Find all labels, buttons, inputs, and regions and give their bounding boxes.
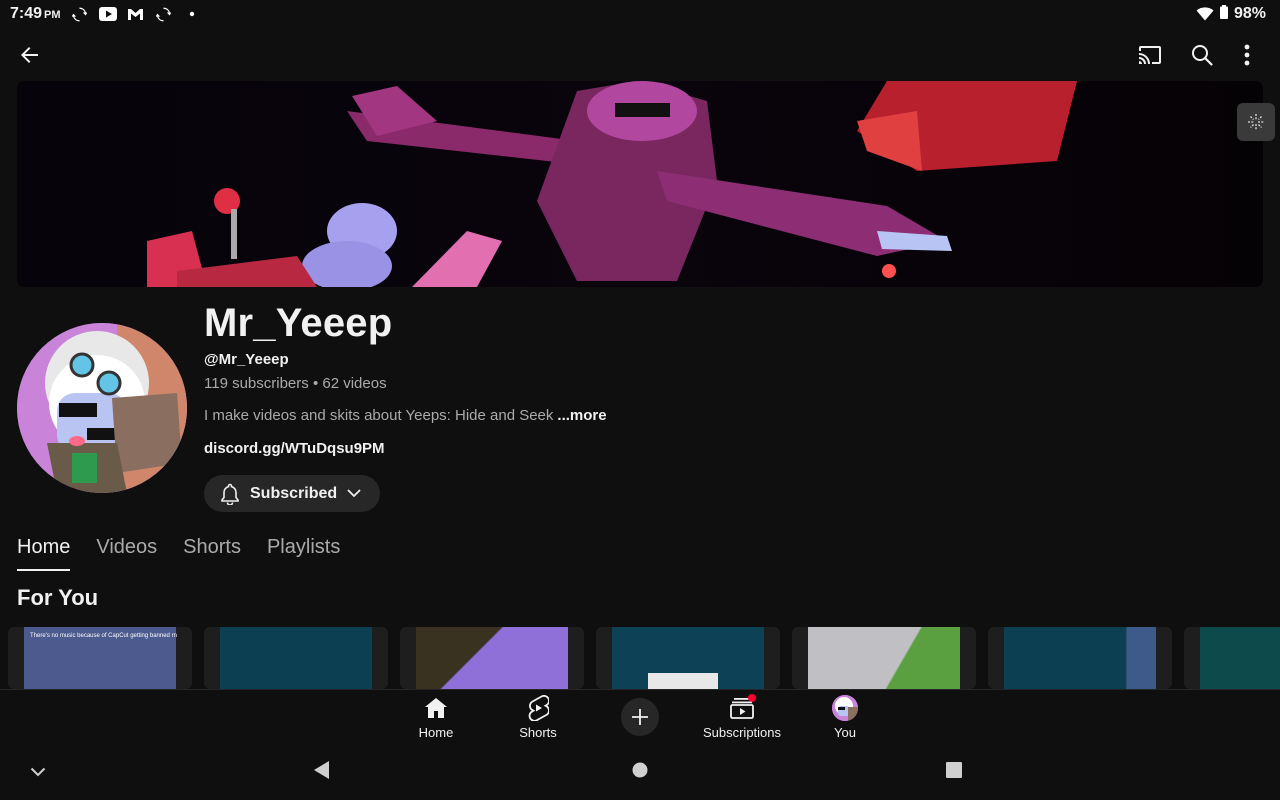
subscribed-button[interactable]: Subscribed [204,475,380,512]
back-arrow-icon [21,47,38,63]
cast-icon [1139,46,1161,64]
video-thumbnail[interactable] [400,627,584,689]
thumbnail-caption: There's no music because of CapCut getti… [30,633,177,639]
search-button[interactable] [1182,35,1222,75]
wifi-icon [1196,5,1214,23]
bottom-navigation: Home Shorts Subscriptions You [0,689,1280,744]
plus-icon [632,709,648,725]
battery-icon [1219,4,1228,24]
video-shelf: There's no music because of CapCut getti… [8,627,1280,689]
sync-icon [71,5,89,23]
nav-home-label: Home [418,725,454,740]
search-icon [1192,45,1213,66]
home-icon [425,698,447,718]
banner-effects-button[interactable] [1237,103,1275,141]
triangle-back-icon [314,761,329,779]
status-time: 7:49 PM [10,5,61,22]
channel-tabs: Home Videos Shorts Playlists [17,531,340,573]
channel-link[interactable]: discord.gg/WTuDqsu9PM [204,440,385,457]
nav-shorts-label: Shorts [519,725,557,740]
video-thumbnail[interactable] [596,627,780,689]
video-thumbnail[interactable] [792,627,976,689]
nav-you-label: You [834,725,856,740]
you-avatar [832,695,858,721]
tab-playlists[interactable]: Playlists [267,531,340,571]
system-navigation [0,744,1280,800]
more-options-button[interactable] [1227,35,1267,75]
chevron-down-icon [30,767,46,777]
youtube-icon [98,5,117,23]
nav-home[interactable]: Home [391,694,481,740]
square-recents-icon [946,762,962,778]
tab-home[interactable]: Home [17,531,71,571]
more-vert-icon [1244,44,1250,66]
channel-handle: @Mr_Yeeep [204,351,289,368]
notification-dot [748,694,756,702]
channel-avatar[interactable] [17,323,187,493]
tab-videos[interactable]: Videos [96,531,157,571]
system-back-button[interactable] [302,750,342,790]
tab-shorts[interactable]: Shorts [183,531,241,571]
sparkle-icon [1248,114,1264,130]
channel-banner [17,81,1263,287]
top-bar [0,30,1280,80]
subscribed-label: Subscribed [250,484,338,502]
nav-shorts[interactable]: Shorts [493,694,583,740]
system-home-button[interactable] [620,750,660,790]
chevron-down-icon [347,489,361,498]
back-button[interactable] [10,35,50,75]
circle-home-icon [632,762,648,778]
channel-stats: 119 subscribers • 62 videos [204,375,387,392]
dot-icon [183,5,201,23]
description-text: I make videos and skits about Yeeps: Hid… [204,407,554,424]
bell-icon [221,483,239,505]
sync-icon [155,5,173,23]
shorts-icon [528,695,549,721]
video-thumbnail[interactable] [1184,627,1280,689]
nav-subscriptions-label: Subscriptions [702,725,782,740]
video-thumbnail[interactable] [988,627,1172,689]
more-link[interactable]: ...more [557,407,606,424]
status-bar: 7:49 PM 98% [0,0,1280,28]
channel-name: Mr_Yeeep [204,301,393,345]
section-title: For You [17,585,99,610]
channel-description[interactable]: I make videos and skits about Yeeps: Hid… [204,407,607,424]
create-button[interactable] [621,698,659,736]
hide-nav-button[interactable] [18,752,58,792]
system-recents-button[interactable] [934,750,974,790]
nav-you[interactable]: You [800,694,890,740]
nav-subscriptions[interactable]: Subscriptions [697,694,787,740]
video-thumbnail[interactable] [204,627,388,689]
video-thumbnail[interactable]: There's no music because of CapCut getti… [8,627,192,689]
cast-button[interactable] [1130,35,1170,75]
battery-percent: 98% [1233,5,1266,22]
gmail-icon [127,5,145,23]
